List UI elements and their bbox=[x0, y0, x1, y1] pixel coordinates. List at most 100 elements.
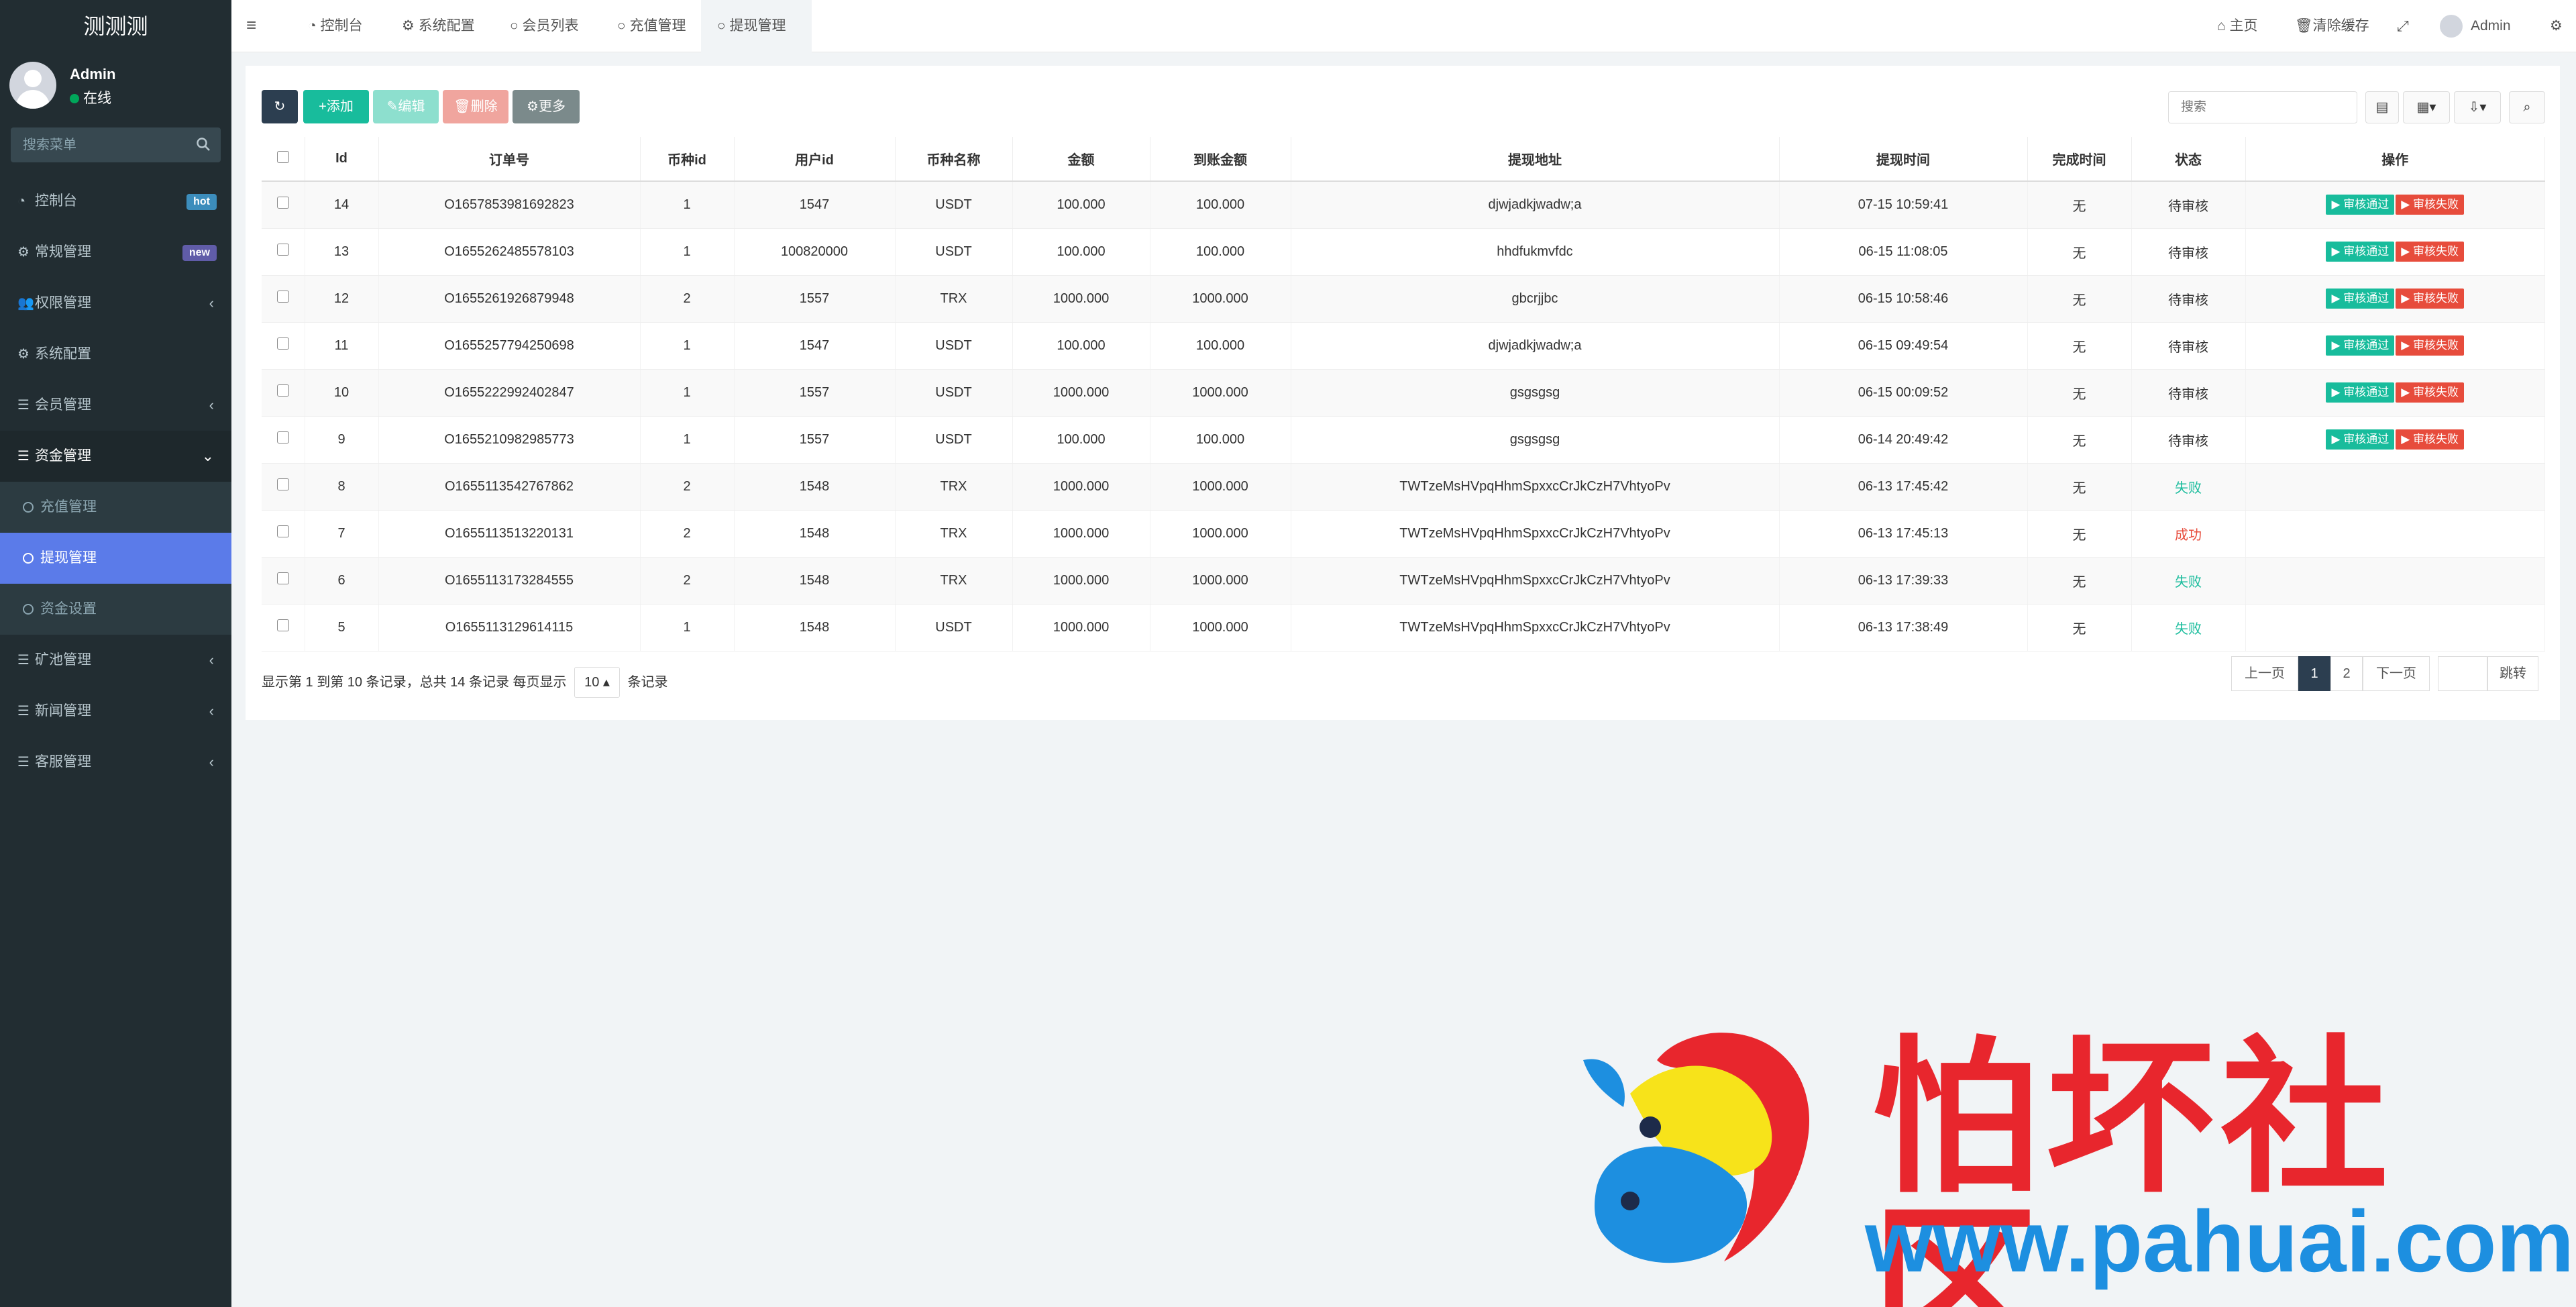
menu-toggle-icon[interactable]: ≡ bbox=[246, 15, 269, 38]
jump-button[interactable]: 跳转 bbox=[2487, 656, 2538, 691]
approve-button[interactable]: ▶ 审核通过 bbox=[2326, 335, 2395, 356]
sidebar-item-dashboard[interactable]: ◔ 控制台 hot bbox=[0, 176, 231, 227]
row-checkbox[interactable] bbox=[276, 572, 289, 584]
table-row[interactable]: 9 O1655210982985773 1 1557 USDT 100.000 100.00… bbox=[262, 416, 2545, 464]
table-row[interactable]: 13 O1655262485578103 1 100820000 USDT 100.000… bbox=[262, 228, 2545, 276]
col-id[interactable]: Id bbox=[305, 137, 379, 182]
app-logo[interactable]: 测测测 bbox=[0, 0, 231, 52]
sidebar-item-label: 提现管理 bbox=[40, 550, 97, 566]
edit-button[interactable]: ✎编辑 bbox=[373, 90, 439, 123]
approve-button[interactable]: ▶ 审核通过 bbox=[2326, 429, 2395, 450]
tab-recharge[interactable]: ○ 充值管理 bbox=[604, 0, 711, 52]
sidebar-item-news[interactable]: ☰ 新闻管理 ‹ bbox=[0, 686, 231, 737]
amount-cell: 1000.000 bbox=[1012, 369, 1150, 417]
reject-button[interactable]: ▶ 审核失败 bbox=[2396, 242, 2465, 262]
row-checkbox[interactable] bbox=[276, 337, 289, 350]
received-cell: 1000.000 bbox=[1150, 557, 1291, 605]
toggle-view-icon[interactable]: ▤ bbox=[2365, 91, 2399, 123]
table-row[interactable]: 10 O1655222992402847 1 1557 USDT 1000.000 1000… bbox=[262, 369, 2545, 417]
coin-name-cell: USDT bbox=[895, 181, 1013, 229]
table-row[interactable]: 14 O1657853981692823 1 1547 USDT 100.000 100.0… bbox=[262, 181, 2545, 229]
table-row[interactable]: 6 O1655113173284555 2 1548 TRX 1000.000 1000.0… bbox=[262, 557, 2545, 605]
home-link[interactable]: ⌂ 主页 bbox=[2217, 0, 2258, 52]
table-row[interactable]: 12 O1655261926879948 2 1557 TRX 1000.000 1000.… bbox=[262, 275, 2545, 323]
reject-button[interactable]: ▶ 审核失败 bbox=[2396, 382, 2465, 403]
table-row[interactable]: 8 O1655113542767862 2 1548 TRX 1000.000 1000.0… bbox=[262, 463, 2545, 511]
admin-menu[interactable]: Admin bbox=[2440, 0, 2511, 52]
approve-button[interactable]: ▶ 审核通过 bbox=[2326, 195, 2395, 215]
actions-cell bbox=[2245, 463, 2545, 511]
search-icon[interactable] bbox=[195, 136, 211, 152]
table-search-input[interactable] bbox=[2168, 91, 2357, 123]
sidebar-item-funds[interactable]: ☰ 资金管理 ⌄ bbox=[0, 431, 231, 482]
settings-icon[interactable]: ⚙ bbox=[2550, 0, 2563, 52]
tab-withdraw[interactable]: ○ 提现管理 bbox=[701, 0, 812, 52]
col-coin-name[interactable]: 币种名称 bbox=[895, 137, 1013, 182]
search-icon[interactable]: ⌕ bbox=[2509, 91, 2545, 123]
add-button[interactable]: +添加 bbox=[303, 90, 369, 123]
row-checkbox[interactable] bbox=[276, 525, 289, 537]
fullscreen-icon[interactable]: ⤢ bbox=[2397, 0, 2409, 52]
sidebar-item-pool[interactable]: ☰ 矿池管理 ‹ bbox=[0, 635, 231, 686]
sidebar-item-fund-settings[interactable]: 资金设置 bbox=[0, 584, 231, 635]
menu-search-input[interactable] bbox=[11, 127, 185, 162]
approve-button[interactable]: ▶ 审核通过 bbox=[2326, 382, 2395, 403]
prev-page-button[interactable]: 上一页 bbox=[2231, 656, 2298, 691]
reject-button[interactable]: ▶ 审核失败 bbox=[2396, 335, 2465, 356]
user-id-cell: 1548 bbox=[734, 510, 896, 558]
columns-icon[interactable]: ▦▾ bbox=[2403, 91, 2450, 123]
sidebar-item-withdraw[interactable]: 提现管理 bbox=[0, 533, 231, 584]
jump-page-input[interactable] bbox=[2438, 656, 2487, 691]
row-checkbox[interactable] bbox=[276, 197, 289, 209]
row-checkbox[interactable] bbox=[276, 291, 289, 303]
delete-button[interactable]: 🗑删除 bbox=[443, 90, 508, 123]
reject-button[interactable]: ▶ 审核失败 bbox=[2396, 195, 2465, 215]
export-icon[interactable]: ⇩▾ bbox=[2454, 91, 2501, 123]
received-cell: 1000.000 bbox=[1150, 510, 1291, 558]
page-2-button[interactable]: 2 bbox=[2330, 656, 2363, 691]
reject-button[interactable]: ▶ 审核失败 bbox=[2396, 289, 2465, 309]
sidebar-item-members[interactable]: ☰ 会员管理 ‹ bbox=[0, 380, 231, 431]
tab-dashboard[interactable]: ◔ 控制台 bbox=[292, 0, 386, 52]
coin-id-cell: 1 bbox=[640, 604, 735, 651]
table-row[interactable]: 11 O1655257794250698 1 1547 USDT 100.000 100.0… bbox=[262, 322, 2545, 370]
sidebar-item-permission[interactable]: 👥权限管理 ‹ bbox=[0, 278, 231, 329]
col-address[interactable]: 提现地址 bbox=[1291, 137, 1780, 182]
add-label: 添加 bbox=[326, 99, 354, 114]
next-page-button[interactable]: 下一页 bbox=[2363, 656, 2430, 691]
sidebar-item-config[interactable]: ⚙ 系统配置 bbox=[0, 329, 231, 380]
table-row[interactable]: 5 O1655113129614115 1 1548 USDT 1000.000 1000.… bbox=[262, 604, 2545, 651]
more-button[interactable]: ⚙更多 bbox=[513, 90, 580, 123]
row-checkbox[interactable] bbox=[276, 478, 289, 490]
clear-cache-link[interactable]: 🗑清除缓存 bbox=[2295, 0, 2369, 52]
col-time[interactable]: 提现时间 bbox=[1779, 137, 2028, 182]
sidebar-item-general[interactable]: ⚙ 常规管理 new bbox=[0, 227, 231, 278]
tab-members[interactable]: ○ 会员列表 bbox=[496, 0, 604, 52]
sidebar-item-recharge[interactable]: 充值管理 bbox=[0, 482, 231, 533]
col-done-time[interactable]: 完成时间 bbox=[2027, 137, 2132, 182]
tab-config[interactable]: ⚙ 系统配置 bbox=[386, 0, 493, 52]
col-status[interactable]: 状态 bbox=[2131, 137, 2246, 182]
col-received[interactable]: 到账金额 bbox=[1150, 137, 1291, 182]
pencil-icon: ✎ bbox=[386, 99, 398, 114]
reject-button[interactable]: ▶ 审核失败 bbox=[2396, 429, 2465, 450]
page-1-button[interactable]: 1 bbox=[2298, 656, 2330, 691]
approve-button[interactable]: ▶ 审核通过 bbox=[2326, 242, 2395, 262]
row-checkbox[interactable] bbox=[276, 384, 289, 397]
refresh-button[interactable]: ↻ bbox=[262, 90, 298, 123]
sidebar-item-service[interactable]: ☰ 客服管理 ‹ bbox=[0, 737, 231, 788]
col-coin-id[interactable]: 币种id bbox=[640, 137, 735, 182]
page-size-select[interactable]: 10 ▴ bbox=[574, 667, 620, 698]
table-row[interactable]: 7 O1655113513220131 2 1548 TRX 1000.000 1000.0… bbox=[262, 510, 2545, 558]
home-icon: ⌂ bbox=[2217, 18, 2230, 34]
select-all-checkbox[interactable] bbox=[276, 150, 289, 163]
row-checkbox[interactable] bbox=[276, 244, 289, 256]
col-order[interactable]: 订单号 bbox=[378, 137, 641, 182]
approve-button[interactable]: ▶ 审核通过 bbox=[2326, 289, 2395, 309]
col-user-id[interactable]: 用户id bbox=[734, 137, 896, 182]
col-amount[interactable]: 金额 bbox=[1012, 137, 1150, 182]
clear-cache-label: 清除缓存 bbox=[2312, 18, 2369, 34]
row-checkbox[interactable] bbox=[276, 619, 289, 631]
row-checkbox-cell bbox=[262, 181, 305, 229]
row-checkbox[interactable] bbox=[276, 431, 289, 443]
